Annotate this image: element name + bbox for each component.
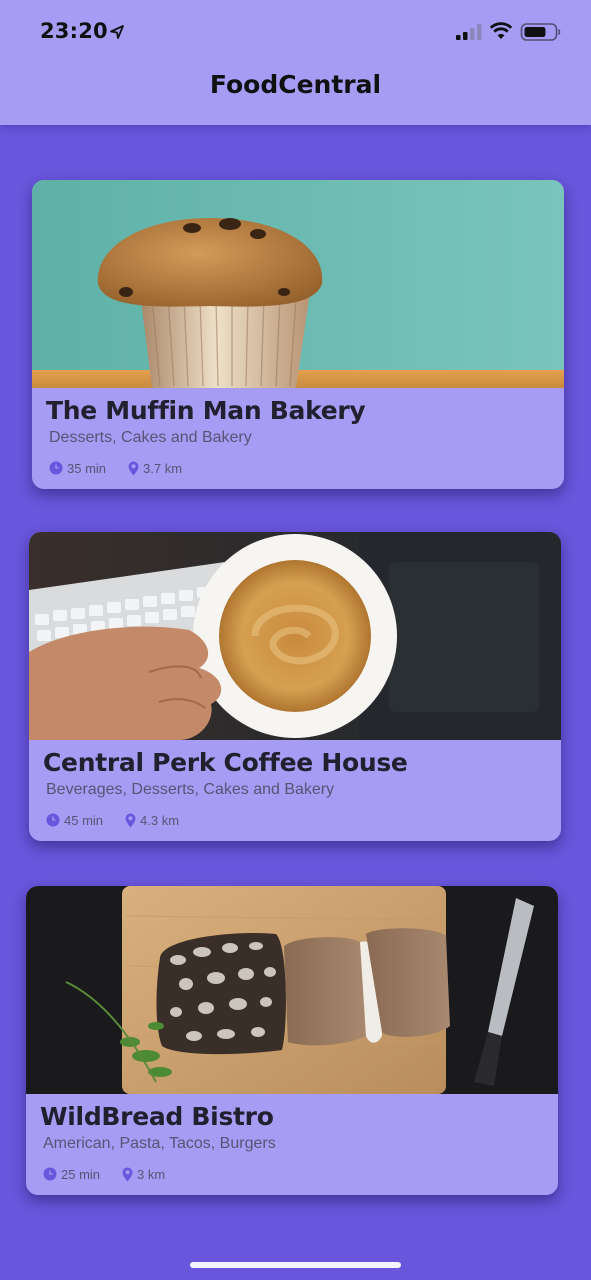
distance: 3.7 km [143, 460, 183, 476]
delivery-time: 35 min [67, 460, 107, 476]
restaurant-categories: Beverages, Desserts, Cakes and Bakery [46, 781, 335, 798]
muffin-photo [32, 180, 564, 388]
distance: 4.3 km [140, 812, 180, 828]
delivery-time: 25 min [61, 1166, 101, 1182]
delivery-time: 45 min [64, 812, 104, 828]
location-pin-icon [125, 813, 136, 827]
restaurant-card[interactable]: Central Perk Coffee House Beverages, Des… [29, 532, 561, 841]
restaurant-name: Central Perk Coffee House [43, 748, 408, 777]
home-indicator[interactable] [190, 1262, 401, 1268]
distance: 3 km [137, 1166, 166, 1182]
delivery-meta: 35 min 3.7 km [49, 459, 182, 477]
clock-icon [49, 461, 63, 475]
clock-icon [43, 1167, 57, 1181]
delivery-meta: 25 min 3 km [43, 1165, 165, 1183]
location-pin-icon [128, 461, 139, 475]
restaurant-name: WildBread Bistro [40, 1102, 274, 1131]
clock-icon [46, 813, 60, 827]
restaurant-card[interactable]: WildBread Bistro American, Pasta, Tacos,… [26, 886, 558, 1195]
restaurant-name: The Muffin Man Bakery [46, 396, 366, 425]
wifi-icon [489, 22, 513, 39]
restaurant-categories: Desserts, Cakes and Bakery [49, 429, 252, 446]
cellular-signal-icon [456, 24, 482, 40]
status-time: 23:20 [40, 19, 108, 43]
delivery-meta: 45 min 4.3 km [46, 811, 179, 829]
restaurant-card[interactable]: The Muffin Man Bakery Desserts, Cakes an… [32, 180, 564, 489]
restaurant-categories: American, Pasta, Tacos, Burgers [43, 1135, 276, 1152]
coffee-photo [29, 532, 561, 740]
battery-icon [520, 23, 561, 41]
location-arrow-icon [110, 25, 124, 39]
app-title: FoodCentral [209, 70, 382, 99]
location-pin-icon [122, 1167, 133, 1181]
bread-photo [26, 886, 558, 1094]
top-bar: 23:20 FoodCentral [0, 0, 591, 125]
status-bar: 23:20 [0, 0, 591, 64]
